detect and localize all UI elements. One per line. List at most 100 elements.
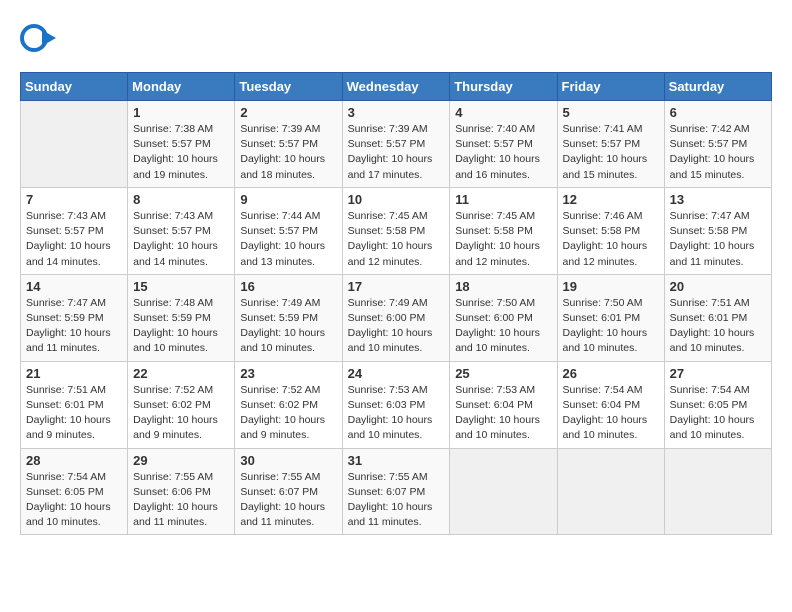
calendar-cell: 21Sunrise: 7:51 AM Sunset: 6:01 PM Dayli…: [21, 361, 128, 448]
day-info: Sunrise: 7:52 AM Sunset: 6:02 PM Dayligh…: [133, 383, 229, 444]
calendar-cell: 1 Sunrise: 7:38 AM Sunset: 5:57 PM Daylig…: [128, 101, 235, 188]
calendar-cell: 3Sunrise: 7:39 AM Sunset: 5:57 PM Daylig…: [342, 101, 450, 188]
calendar-cell: 24 Sunrise: 7:53 AM Sunset: 6:03 PM Dayli…: [342, 361, 450, 448]
day-info: Sunrise: 7:54 AM Sunset: 6:04 PM Dayligh…: [563, 383, 659, 444]
day-number: 15: [133, 279, 229, 294]
day-info: Sunrise: 7:42 AM Sunset: 5:57 PM Dayligh…: [670, 122, 766, 183]
day-info: Sunrise: 7:38 AM Sunset: 5:57 PM Dayligh…: [133, 122, 229, 183]
day-info: Sunrise: 7:47 AM Sunset: 5:58 PM Dayligh…: [670, 209, 766, 270]
day-info: Sunrise: 7:39 AM Sunset: 5:57 PM Dayligh…: [240, 122, 336, 183]
day-number: 7: [26, 192, 122, 207]
day-info: Sunrise: 7:48 AM Sunset: 5:59 PM Dayligh…: [133, 296, 229, 357]
weekday-header-thursday: Thursday: [450, 73, 557, 101]
page-header: [20, 20, 772, 56]
day-number: 30: [240, 453, 336, 468]
day-info: Sunrise: 7:47 AM Sunset: 5:59 PM Dayligh…: [26, 296, 122, 357]
calendar-cell: [21, 101, 128, 188]
calendar-cell: 13 Sunrise: 7:47 AM Sunset: 5:58 PM Dayli…: [664, 187, 771, 274]
day-number: 4: [455, 105, 551, 120]
calendar-cell: 9 Sunrise: 7:44 AM Sunset: 5:57 PM Daylig…: [235, 187, 342, 274]
calendar-cell: 15 Sunrise: 7:48 AM Sunset: 5:59 PM Dayli…: [128, 274, 235, 361]
day-number: 28: [26, 453, 122, 468]
weekday-header-friday: Friday: [557, 73, 664, 101]
calendar-cell: 19 Sunrise: 7:50 AM Sunset: 6:01 PM Dayli…: [557, 274, 664, 361]
calendar-cell: 31Sunrise: 7:55 AM Sunset: 6:07 PM Dayli…: [342, 448, 450, 535]
day-info: Sunrise: 7:45 AM Sunset: 5:58 PM Dayligh…: [455, 209, 551, 270]
day-info: Sunrise: 7:55 AM Sunset: 6:06 PM Dayligh…: [133, 470, 229, 531]
calendar-cell: 26 Sunrise: 7:54 AM Sunset: 6:04 PM Dayli…: [557, 361, 664, 448]
calendar-cell: 10 Sunrise: 7:45 AM Sunset: 5:58 PM Dayli…: [342, 187, 450, 274]
day-number: 26: [563, 366, 659, 381]
day-info: Sunrise: 7:55 AM Sunset: 6:07 PM Dayligh…: [348, 470, 445, 531]
calendar-week-row: 7 Sunrise: 7:43 AM Sunset: 5:57 PM Daylig…: [21, 187, 772, 274]
calendar-cell: 25Sunrise: 7:53 AM Sunset: 6:04 PM Dayli…: [450, 361, 557, 448]
calendar-cell: [450, 448, 557, 535]
day-number: 2: [240, 105, 336, 120]
day-number: 22: [133, 366, 229, 381]
day-info: Sunrise: 7:43 AM Sunset: 5:57 PM Dayligh…: [133, 209, 229, 270]
day-info: Sunrise: 7:43 AM Sunset: 5:57 PM Dayligh…: [26, 209, 122, 270]
day-number: 14: [26, 279, 122, 294]
day-number: 6: [670, 105, 766, 120]
calendar-cell: 23 Sunrise: 7:52 AM Sunset: 6:02 PM Dayli…: [235, 361, 342, 448]
weekday-header-monday: Monday: [128, 73, 235, 101]
calendar-week-row: 14 Sunrise: 7:47 AM Sunset: 5:59 PM Dayli…: [21, 274, 772, 361]
calendar-cell: 22 Sunrise: 7:52 AM Sunset: 6:02 PM Dayli…: [128, 361, 235, 448]
day-number: 5: [563, 105, 659, 120]
calendar-cell: [664, 448, 771, 535]
calendar-cell: 17 Sunrise: 7:49 AM Sunset: 6:00 PM Dayli…: [342, 274, 450, 361]
day-info: Sunrise: 7:50 AM Sunset: 6:00 PM Dayligh…: [455, 296, 551, 357]
weekday-header-tuesday: Tuesday: [235, 73, 342, 101]
weekday-header-saturday: Saturday: [664, 73, 771, 101]
day-info: Sunrise: 7:51 AM Sunset: 6:01 PM Dayligh…: [26, 383, 122, 444]
calendar-cell: 30 Sunrise: 7:55 AM Sunset: 6:07 PM Dayli…: [235, 448, 342, 535]
day-info: Sunrise: 7:41 AM Sunset: 5:57 PM Dayligh…: [563, 122, 659, 183]
day-number: 24: [348, 366, 445, 381]
calendar-week-row: 1 Sunrise: 7:38 AM Sunset: 5:57 PM Daylig…: [21, 101, 772, 188]
calendar-cell: 14 Sunrise: 7:47 AM Sunset: 5:59 PM Dayli…: [21, 274, 128, 361]
day-info: Sunrise: 7:51 AM Sunset: 6:01 PM Dayligh…: [670, 296, 766, 357]
day-info: Sunrise: 7:40 AM Sunset: 5:57 PM Dayligh…: [455, 122, 551, 183]
logo: [20, 20, 60, 56]
calendar-cell: 11 Sunrise: 7:45 AM Sunset: 5:58 PM Dayli…: [450, 187, 557, 274]
day-number: 23: [240, 366, 336, 381]
day-info: Sunrise: 7:49 AM Sunset: 6:00 PM Dayligh…: [348, 296, 445, 357]
weekday-header-sunday: Sunday: [21, 73, 128, 101]
day-info: Sunrise: 7:44 AM Sunset: 5:57 PM Dayligh…: [240, 209, 336, 270]
calendar-cell: 2 Sunrise: 7:39 AM Sunset: 5:57 PM Daylig…: [235, 101, 342, 188]
day-number: 27: [670, 366, 766, 381]
day-number: 10: [348, 192, 445, 207]
day-info: Sunrise: 7:55 AM Sunset: 6:07 PM Dayligh…: [240, 470, 336, 531]
day-info: Sunrise: 7:39 AM Sunset: 5:57 PM Dayligh…: [348, 122, 445, 183]
day-info: Sunrise: 7:45 AM Sunset: 5:58 PM Dayligh…: [348, 209, 445, 270]
day-number: 13: [670, 192, 766, 207]
calendar-cell: 6 Sunrise: 7:42 AM Sunset: 5:57 PM Daylig…: [664, 101, 771, 188]
day-info: Sunrise: 7:46 AM Sunset: 5:58 PM Dayligh…: [563, 209, 659, 270]
weekday-header-wednesday: Wednesday: [342, 73, 450, 101]
day-info: Sunrise: 7:53 AM Sunset: 6:04 PM Dayligh…: [455, 383, 551, 444]
day-number: 18: [455, 279, 551, 294]
day-number: 19: [563, 279, 659, 294]
calendar-week-row: 28Sunrise: 7:54 AM Sunset: 6:05 PM Dayli…: [21, 448, 772, 535]
calendar-cell: 27 Sunrise: 7:54 AM Sunset: 6:05 PM Dayli…: [664, 361, 771, 448]
day-number: 17: [348, 279, 445, 294]
day-info: Sunrise: 7:52 AM Sunset: 6:02 PM Dayligh…: [240, 383, 336, 444]
day-info: Sunrise: 7:50 AM Sunset: 6:01 PM Dayligh…: [563, 296, 659, 357]
calendar-cell: [557, 448, 664, 535]
calendar-cell: 28Sunrise: 7:54 AM Sunset: 6:05 PM Dayli…: [21, 448, 128, 535]
day-number: 9: [240, 192, 336, 207]
day-info: Sunrise: 7:53 AM Sunset: 6:03 PM Dayligh…: [348, 383, 445, 444]
day-number: 29: [133, 453, 229, 468]
calendar-cell: 8Sunrise: 7:43 AM Sunset: 5:57 PM Daylig…: [128, 187, 235, 274]
day-number: 20: [670, 279, 766, 294]
calendar-header-row: SundayMondayTuesdayWednesdayThursdayFrid…: [21, 73, 772, 101]
day-number: 1: [133, 105, 229, 120]
calendar-week-row: 21Sunrise: 7:51 AM Sunset: 6:01 PM Dayli…: [21, 361, 772, 448]
day-info: Sunrise: 7:54 AM Sunset: 6:05 PM Dayligh…: [670, 383, 766, 444]
calendar-cell: 29 Sunrise: 7:55 AM Sunset: 6:06 PM Dayli…: [128, 448, 235, 535]
calendar-cell: 16Sunrise: 7:49 AM Sunset: 5:59 PM Dayli…: [235, 274, 342, 361]
day-number: 11: [455, 192, 551, 207]
calendar-cell: 18 Sunrise: 7:50 AM Sunset: 6:00 PM Dayli…: [450, 274, 557, 361]
calendar-cell: 12Sunrise: 7:46 AM Sunset: 5:58 PM Dayli…: [557, 187, 664, 274]
day-info: Sunrise: 7:49 AM Sunset: 5:59 PM Dayligh…: [240, 296, 336, 357]
